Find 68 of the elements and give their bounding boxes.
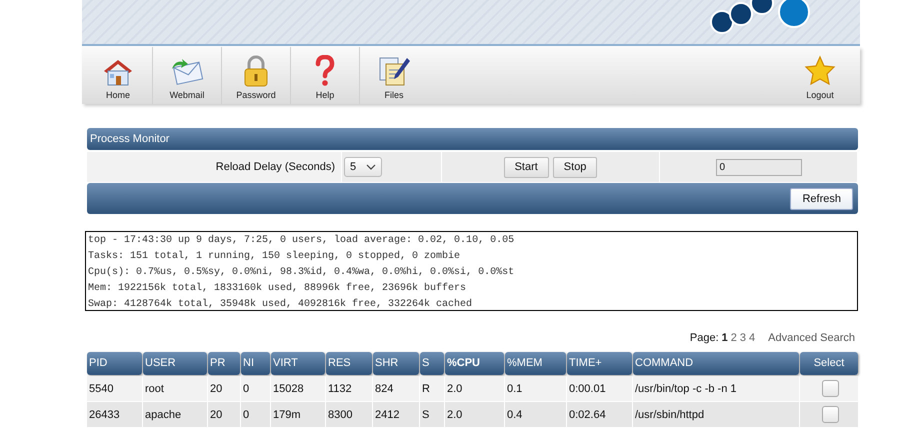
question-mark-icon [314,55,336,87]
page-link[interactable]: 2 [730,332,737,344]
table-cell: S [420,402,444,427]
stop-button[interactable]: Stop [552,156,598,178]
table-cell: 5540 [87,376,142,401]
column-header[interactable]: NI [241,352,270,375]
refresh-button[interactable]: Refresh [790,188,853,210]
table-cell: 8300 [326,402,372,427]
column-header[interactable]: COMMAND [633,352,799,375]
column-header[interactable]: Select [800,352,858,375]
column-header[interactable]: SHR [373,352,419,375]
table-cell: 0:00.01 [567,376,632,401]
page-link[interactable]: 4 [749,332,756,344]
table-cell: apache [143,402,207,427]
table-cell: 2.0 [445,376,504,401]
toolbar-link[interactable]: Webmail [153,47,222,104]
table-cell: 26433 [87,402,142,427]
column-header[interactable]: %MEM [505,352,566,375]
reload-delay-dropdown[interactable]: 5 [344,157,382,177]
select-checkbox[interactable] [822,406,838,423]
column-header[interactable]: RES [326,352,372,375]
section-header: Process Monitor [87,128,858,150]
column-header[interactable]: %CPU [445,352,504,375]
table-cell: 15028 [271,376,325,401]
table-cell: 1132 [326,376,372,401]
padlock-icon [242,55,270,87]
column-header[interactable]: PID [87,352,142,375]
table-cell: root [143,376,207,401]
chevron-down-icon [366,164,376,170]
column-header[interactable]: USER [143,352,207,375]
table-cell: /usr/sbin/httpd [633,402,799,427]
toolbar-link[interactable]: Home [84,47,153,104]
table-cell: /usr/bin/top -c -b -n 1 [633,376,799,401]
table-cell: 2.0 [445,402,504,427]
column-header[interactable]: VIRT [271,352,325,375]
table-cell: 20 [208,376,240,401]
output-line: top - 17:43:30 up 9 days, 7:25, 0 users, load average: 0.02, 0.10, 0.05 [88,234,516,248]
toolbar-link[interactable]: Files [360,47,428,104]
documents-with-pen-icon [377,55,411,87]
counter-field[interactable]: 0 [716,158,802,176]
reload-delay-label: Reload Delay (Seconds) [216,161,335,173]
output-line: Cpu(s): 0.7%us, 0.5%sy, 0.0%ni, 98.3%id, 0.4%wa, 0.0%hi, 0.0%si, 0.0%st [88,266,516,280]
table-cell: 0:02.64 [567,402,632,427]
toolbar-link[interactable]: Help [291,47,360,104]
select-checkbox[interactable] [822,380,838,397]
start-button[interactable]: Start [504,156,549,178]
toolbar-link[interactable]: Logout [786,47,854,104]
table-cell: 0 [241,402,270,427]
table-cell: 0 [241,376,270,401]
advanced-search-link[interactable]: Advanced Search [768,332,855,344]
output-line: Tasks: 151 total, 1 running, 150 sleeping, 0 stopped, 0 zombie [88,250,462,264]
column-header[interactable]: TIME+ [567,352,632,375]
column-header[interactable]: PR [208,352,240,375]
table-cell: 2412 [373,402,419,427]
page-link[interactable]: 1 [722,332,728,344]
page-label: Page: [690,332,719,344]
output-line: Mem: 1922156k total, 1833160k used, 88996k free, 23696k buffers [88,282,468,296]
table-cell: 0.4 [505,402,566,427]
table-cell: R [420,376,444,401]
column-header[interactable]: S [420,352,444,375]
table-cell: 179m [271,402,325,427]
table-cell: 0.1 [505,376,566,401]
table-cell: 20 [208,402,240,427]
star-icon [804,55,836,87]
output-line: Swap: 4128764k total, 35948k used, 4092816k free, 332264k cached [88,298,474,312]
page-link[interactable]: 3 [740,332,746,344]
table-cell: 824 [373,376,419,401]
toolbar-link[interactable]: Password [222,47,291,104]
